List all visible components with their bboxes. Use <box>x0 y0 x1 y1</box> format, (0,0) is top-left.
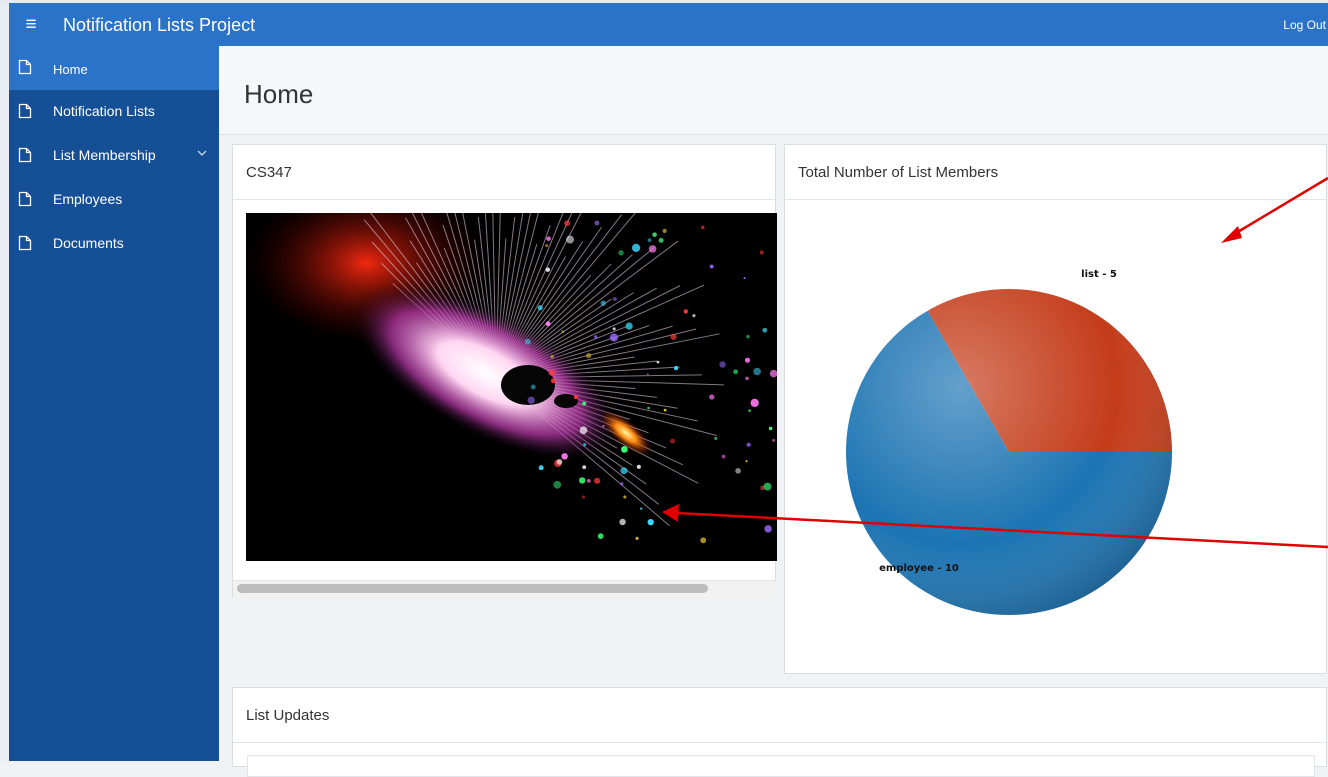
page-header: Home <box>219 46 1328 135</box>
page-title: Home <box>244 79 314 109</box>
scrollbar-thumb[interactable] <box>237 584 708 593</box>
hamburger-menu-icon[interactable]: ≡ <box>18 12 44 38</box>
list-updates-region: List Updates <box>232 687 1327 777</box>
chevron-down-icon[interactable] <box>196 148 208 158</box>
particle-burst-graphic <box>246 213 777 561</box>
region-header: CS347 <box>233 145 775 200</box>
logout-link[interactable]: Log Out <box>1283 18 1326 32</box>
sidebar: Home Notification Lists List Membership … <box>9 46 219 761</box>
sidebar-item-label: Documents <box>53 235 124 251</box>
sidebar-item-employees[interactable]: Employees <box>9 178 219 222</box>
region-header: List Updates <box>233 688 1326 743</box>
region-title: CS347 <box>246 164 292 181</box>
window-edge <box>0 0 9 761</box>
list-members-region: Total Number of List Members list - 5 emp… <box>784 144 1327 674</box>
top-navigation-bar: ≡ Notification Lists Project Log Out <box>9 3 1328 46</box>
page-icon <box>18 191 32 207</box>
page-icon <box>18 235 32 251</box>
region-title: List Updates <box>246 707 330 724</box>
sidebar-item-label: List Membership <box>53 147 156 163</box>
page-icon <box>18 147 32 163</box>
horizontal-scrollbar[interactable] <box>233 580 776 598</box>
sidebar-item-documents[interactable]: Documents <box>9 222 219 266</box>
region-title: Total Number of List Members <box>798 164 999 181</box>
list-updates-content <box>247 755 1315 777</box>
page-icon <box>18 103 32 119</box>
abstract-particle-image <box>246 213 777 561</box>
sidebar-item-label: Employees <box>53 191 123 207</box>
pie-slice-label: employee - 10 <box>879 563 959 574</box>
sidebar-item-home[interactable]: Home <box>9 46 219 90</box>
sidebar-item-label: Home <box>53 62 88 77</box>
region-header: Total Number of List Members <box>785 145 1326 200</box>
page-icon <box>18 59 32 75</box>
sidebar-item-notification-lists[interactable]: Notification Lists <box>9 90 219 134</box>
sidebar-item-list-membership[interactable]: List Membership <box>9 134 219 178</box>
pie-slice-label: list - 5 <box>1081 269 1117 280</box>
app-title[interactable]: Notification Lists Project <box>63 15 255 36</box>
sidebar-item-label: Notification Lists <box>53 103 155 119</box>
cs347-region: CS347 <box>232 144 777 598</box>
pie-chart: list - 5 employee - 10 <box>846 269 1172 615</box>
